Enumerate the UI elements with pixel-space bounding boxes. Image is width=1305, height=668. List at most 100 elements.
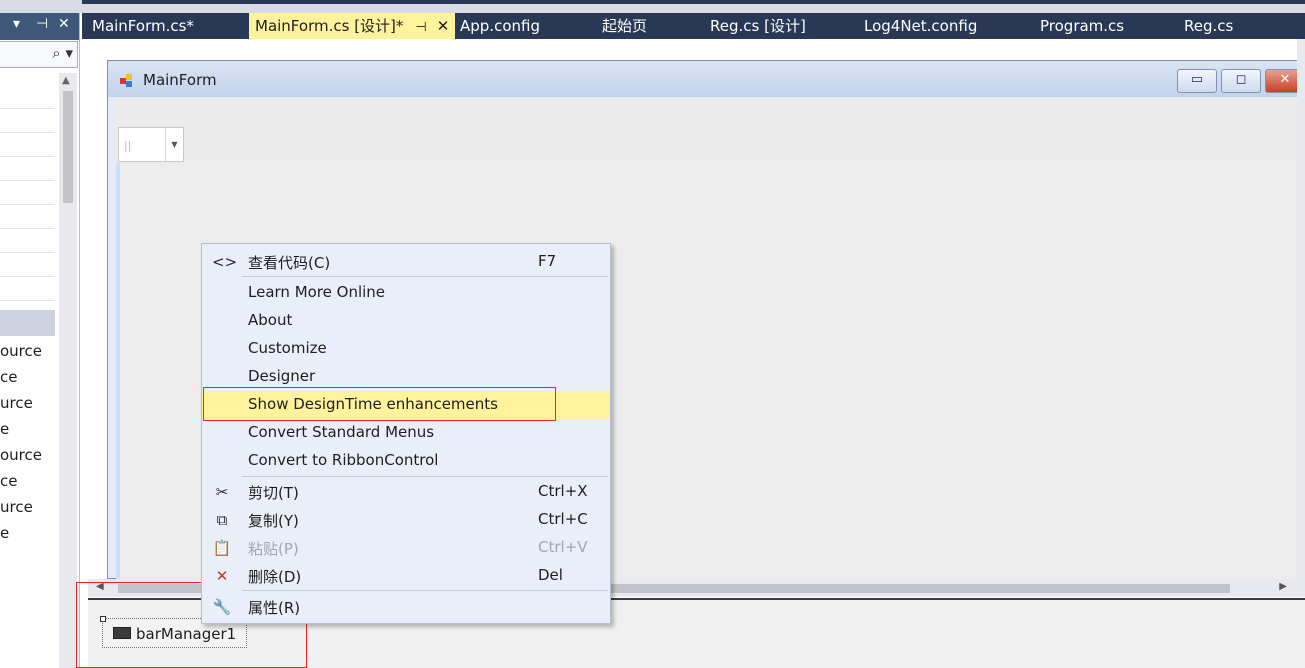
context-menu: <> 查看代码(C) F7 Learn More Online About Cu… bbox=[201, 243, 611, 624]
panel-close-icon[interactable]: ✕ bbox=[58, 16, 70, 32]
menu-item-convert-menus[interactable]: Convert Standard Menus bbox=[202, 419, 610, 447]
code-icon: <> bbox=[212, 253, 238, 271]
menu-separator bbox=[242, 476, 608, 477]
menu-item-properties[interactable]: 🔧 属性(R) bbox=[202, 593, 610, 621]
form-title: MainForm bbox=[143, 71, 217, 89]
top-strip bbox=[0, 0, 1305, 13]
menu-item-cut[interactable]: ✂ 剪切(T) Ctrl+X bbox=[202, 478, 610, 506]
form-titlebar: MainForm ▭ ◻ ✕ bbox=[108, 61, 1305, 97]
list-row[interactable] bbox=[0, 85, 55, 109]
close-icon[interactable]: ✕ bbox=[437, 17, 450, 35]
menu-item-convert-ribbon[interactable]: Convert to RibbonControl bbox=[202, 447, 610, 475]
list-row[interactable] bbox=[0, 277, 55, 301]
list-item[interactable]: urce bbox=[0, 390, 42, 416]
tab-mainform-cs[interactable]: MainForm.cs* bbox=[92, 13, 194, 39]
left-panel-scrollbar[interactable]: ▲ bbox=[59, 73, 77, 668]
menu-separator bbox=[242, 590, 608, 591]
scroll-up-icon[interactable]: ▲ bbox=[62, 75, 70, 86]
tab-reg-design[interactable]: Reg.cs [设计] bbox=[710, 13, 806, 39]
menu-item-label: 粘贴(P) bbox=[248, 540, 299, 558]
wrench-icon: 🔧 bbox=[212, 598, 232, 616]
menu-separator bbox=[242, 276, 608, 277]
menu-item-about[interactable]: About bbox=[202, 307, 610, 335]
grip-icon[interactable]: || bbox=[124, 139, 131, 152]
top-strip-dark bbox=[82, 0, 1305, 4]
search-icon[interactable]: ⌕ ▾ bbox=[52, 44, 73, 62]
bar-control[interactable]: || ▼ bbox=[118, 127, 184, 162]
tab-label: Reg.cs [设计] bbox=[710, 17, 806, 35]
list-item[interactable]: ce bbox=[0, 468, 42, 494]
menu-item-label: Convert to RibbonControl bbox=[248, 451, 439, 469]
tab-label: MainForm.cs* bbox=[92, 17, 194, 35]
list-row[interactable] bbox=[0, 181, 55, 205]
menu-item-learn-more[interactable]: Learn More Online bbox=[202, 279, 610, 307]
menu-item-label: Convert Standard Menus bbox=[248, 423, 435, 441]
menu-item-shortcut: Ctrl+V bbox=[538, 538, 588, 556]
menu-item-label: Learn More Online bbox=[248, 283, 386, 301]
form-logo-icon bbox=[120, 74, 134, 88]
tab-start-page[interactable]: 起始页 bbox=[602, 13, 647, 39]
list-item[interactable]: ource bbox=[0, 442, 42, 468]
menu-item-label: Designer bbox=[248, 367, 316, 385]
tab-label: App.config bbox=[460, 17, 540, 35]
menu-item-label: 查看代码(C) bbox=[248, 254, 331, 272]
menu-item-delete[interactable]: ✕ 删除(D) Del bbox=[202, 562, 610, 590]
list-item[interactable]: e bbox=[0, 416, 42, 442]
list-row[interactable] bbox=[0, 157, 55, 181]
list-row[interactable] bbox=[0, 133, 55, 157]
menu-item-label: 属性(R) bbox=[248, 599, 301, 617]
panel-dropdown-icon[interactable]: ▾ bbox=[13, 16, 20, 32]
tab-log4net-config[interactable]: Log4Net.config bbox=[864, 13, 977, 39]
chevron-down-icon[interactable]: ▼ bbox=[165, 128, 183, 161]
list-row[interactable] bbox=[0, 229, 55, 253]
list-item[interactable]: ource bbox=[0, 338, 42, 364]
copy-icon: ⧉ bbox=[216, 511, 228, 529]
selected-row[interactable] bbox=[0, 310, 55, 336]
left-panel-rows bbox=[0, 85, 55, 301]
document-tab-bar: MainForm.cs* MainForm.cs [设计]* ⊣ ✕ App.con… bbox=[82, 13, 1305, 39]
list-row[interactable] bbox=[0, 205, 55, 229]
list-row[interactable] bbox=[0, 109, 55, 133]
tab-mainform-design[interactable]: MainForm.cs [设计]* ⊣ ✕ bbox=[249, 13, 456, 39]
left-panel-search[interactable]: ⌕ ▾ bbox=[0, 41, 78, 68]
menu-item-paste: 📋 粘贴(P) Ctrl+V bbox=[202, 534, 610, 562]
left-panel-titlebar: ▾ ⊣ ✕ bbox=[0, 13, 79, 40]
menu-item-shortcut: Ctrl+C bbox=[538, 510, 588, 528]
tab-label: 起始页 bbox=[602, 17, 648, 35]
panel-pin-icon[interactable]: ⊣ bbox=[36, 16, 48, 32]
tab-label: Log4Net.config bbox=[864, 17, 978, 35]
menu-item-view-code[interactable]: <> 查看代码(C) F7 bbox=[202, 248, 610, 276]
menu-item-shortcut: F7 bbox=[538, 252, 557, 270]
menu-item-copy[interactable]: ⧉ 复制(Y) Ctrl+C bbox=[202, 506, 610, 534]
scissors-icon: ✂ bbox=[215, 483, 229, 501]
paste-icon: 📋 bbox=[212, 539, 232, 557]
tab-reg-cs[interactable]: Reg.cs bbox=[1184, 13, 1233, 39]
tab-label: Reg.cs bbox=[1184, 17, 1234, 35]
pin-icon[interactable]: ⊣ bbox=[415, 20, 426, 35]
minimize-button[interactable]: ▭ bbox=[1177, 69, 1217, 93]
scroll-right-icon[interactable]: ▶ bbox=[1279, 581, 1287, 592]
menu-item-label: Customize bbox=[248, 339, 327, 357]
tab-app-config[interactable]: App.config bbox=[460, 13, 540, 39]
list-item[interactable]: urce bbox=[0, 494, 42, 520]
menu-item-label: About bbox=[248, 311, 293, 329]
menu-item-label: 删除(D) bbox=[248, 568, 302, 586]
minimize-icon: ▭ bbox=[1190, 72, 1204, 87]
menu-item-customize[interactable]: Customize bbox=[202, 335, 610, 363]
maximize-button[interactable]: ◻ bbox=[1221, 69, 1261, 93]
list-item[interactable]: e bbox=[0, 520, 42, 546]
scroll-thumb[interactable] bbox=[63, 91, 73, 203]
close-icon: ✕ bbox=[1279, 72, 1291, 87]
right-scrollbar[interactable] bbox=[1297, 39, 1305, 579]
list-item[interactable]: ce bbox=[0, 364, 42, 390]
left-dock-strip bbox=[116, 163, 120, 580]
tab-label: Program.cs bbox=[1040, 17, 1125, 35]
tab-program-cs[interactable]: Program.cs bbox=[1040, 13, 1124, 39]
menu-item-shortcut: Del bbox=[538, 566, 563, 584]
highlight-box-menu bbox=[203, 387, 556, 421]
left-tool-panel: ▾ ⊣ ✕ ⌕ ▾ ource ce urce e ource ce urce … bbox=[0, 13, 80, 668]
list-row[interactable] bbox=[0, 253, 55, 277]
delete-icon: ✕ bbox=[215, 567, 229, 585]
tab-label: MainForm.cs [设计]* bbox=[255, 17, 404, 35]
menu-item-label: 复制(Y) bbox=[248, 512, 299, 530]
